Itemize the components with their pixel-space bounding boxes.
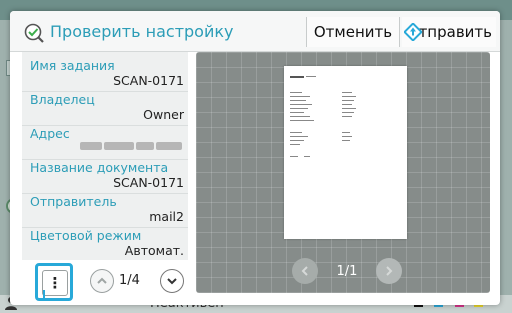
info-value: SCAN-0171 (113, 175, 184, 190)
info-item-sender: Отправитель mail2 (22, 194, 188, 228)
previous-page-button[interactable] (292, 258, 318, 284)
check-magnifier-icon (24, 23, 44, 43)
info-value: SCAN-0171 (113, 73, 184, 88)
next-page-button[interactable] (375, 258, 402, 284)
send-button[interactable]: Отправить (402, 17, 496, 47)
page-navigation: 1/1 (292, 256, 402, 286)
dialog-title-bar: Проверить настройку Отменить Отправить (10, 11, 500, 52)
page-count: 1/1 (336, 263, 358, 279)
info-label: Имя задания (30, 58, 115, 73)
chevron-left-icon (301, 266, 308, 276)
info-label: Цветовой режим (30, 228, 142, 243)
job-info-panel[interactable]: Имя задания SCAN-0171 Владелец Owner Адр… (22, 52, 188, 260)
dialog-title: Проверить настройку (50, 22, 234, 41)
chevron-up-icon (97, 277, 107, 284)
scroll-page-count: 1/4 (119, 273, 140, 288)
info-label: Адрес (30, 126, 70, 141)
info-item-document-name: Название документа SCAN-0171 (22, 160, 188, 194)
page-thumbnail (284, 66, 407, 239)
more-options-button[interactable]: ⋮ (35, 263, 73, 301)
info-item-job-name: Имя задания SCAN-0171 (22, 58, 188, 92)
info-label: Владелец (30, 92, 95, 107)
info-item-color-mode: Цветовой режим Автомат. (30, 228, 188, 258)
more-vertical-icon: ⋮ (42, 270, 68, 296)
cancel-button[interactable]: Отменить (306, 17, 400, 47)
info-value: Автомат. (124, 243, 184, 258)
document-preview[interactable]: 1/1 (196, 52, 490, 293)
send-diamond-icon (404, 23, 422, 41)
scroll-down-button[interactable] (160, 269, 184, 293)
background-right-panel (500, 20, 512, 295)
chevron-right-icon (386, 266, 393, 276)
check-settings-dialog: Проверить настройку Отменить Отправить И… (10, 11, 500, 305)
info-item-owner: Владелец Owner (22, 92, 188, 126)
scroll-up-button[interactable] (90, 269, 114, 293)
info-label: Отправитель (30, 194, 117, 209)
info-label: Название документа (30, 160, 169, 175)
info-value: Owner (143, 107, 184, 122)
address-value-redacted (80, 142, 184, 151)
chevron-down-icon (167, 278, 177, 285)
info-item-address: Адрес (22, 126, 188, 160)
info-value: mail2 (149, 209, 184, 224)
callout-pointer (43, 290, 45, 300)
